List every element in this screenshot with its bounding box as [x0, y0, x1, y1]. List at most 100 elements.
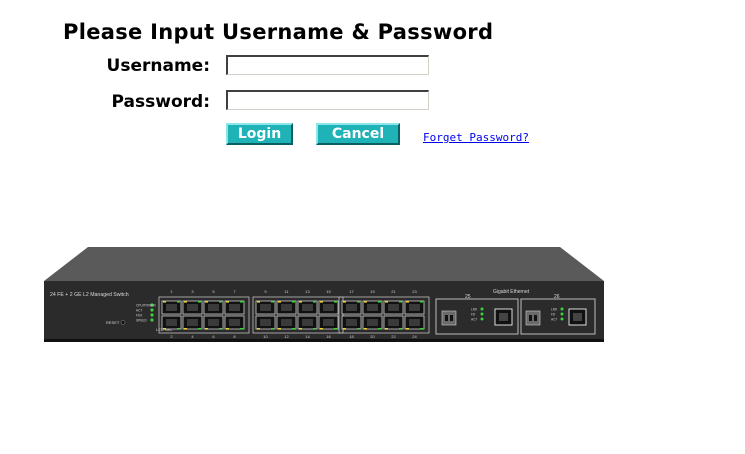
port-number-bottom: 14 [305, 334, 310, 339]
port-led [184, 328, 187, 330]
gigabit-led-label: FD [471, 312, 476, 316]
username-label: Username: [106, 56, 210, 76]
port-led [177, 301, 180, 303]
port-led [420, 301, 423, 303]
rj45-port-jack [323, 304, 334, 311]
rj45-port-jack [367, 319, 378, 326]
status-led-label: ACT [136, 309, 142, 313]
rj45-port-jack [409, 319, 420, 326]
port-number-bottom: 16 [326, 334, 331, 339]
forget-password-link[interactable]: Forget Password? [423, 131, 529, 144]
gigabit-led [480, 312, 484, 316]
rj45-port-jack [281, 304, 292, 311]
status-led [150, 318, 154, 322]
port-led [313, 328, 316, 330]
port-led [399, 328, 402, 330]
port-led [378, 328, 381, 330]
port-led [205, 328, 208, 330]
gigabit-led [560, 317, 564, 321]
login-button[interactable]: Login [226, 123, 293, 145]
rj45-port-jack [302, 304, 313, 311]
port-number-bottom: 12 [284, 334, 289, 339]
port-led [313, 301, 316, 303]
rj45-port-jack [409, 304, 420, 311]
port-number-bottom: 20 [370, 334, 375, 339]
rj45-port-jack [229, 319, 240, 326]
rj45-port-jack [166, 319, 177, 326]
status-led [150, 313, 154, 317]
username-input[interactable] [226, 55, 429, 75]
switch-top-surface [44, 247, 604, 281]
port-led [406, 301, 409, 303]
port-led [320, 301, 323, 303]
gigabit-led-label: LNK [471, 307, 478, 311]
port-led [198, 301, 201, 303]
port-led [163, 301, 166, 303]
port-led [334, 328, 337, 330]
port-led [219, 328, 222, 330]
gigabit-led [560, 312, 564, 316]
gigabit-led [480, 307, 484, 311]
port-led [378, 301, 381, 303]
port-number-top: 21 [391, 289, 396, 294]
port-led [299, 328, 302, 330]
port-number-bottom: 24 [412, 334, 417, 339]
port-led [420, 328, 423, 330]
model-label: 24 FE + 2 GE L2 Managed Switch [50, 292, 129, 298]
port-number-bottom: 18 [349, 334, 354, 339]
port-led [406, 328, 409, 330]
port-led [226, 328, 229, 330]
gigabit-led-label: FD [551, 312, 556, 316]
rj45-port-jack [208, 319, 219, 326]
rj45-port-jack [281, 319, 292, 326]
port-led [198, 328, 201, 330]
port-number-bottom: 22 [391, 334, 396, 339]
port-led [240, 301, 243, 303]
password-input[interactable] [226, 90, 429, 110]
rj45-port-jack [260, 304, 271, 311]
rj45-port-jack [323, 319, 334, 326]
port-led [292, 301, 295, 303]
rj45-port-jack [260, 319, 271, 326]
rj45-port-jack [208, 304, 219, 311]
cancel-button[interactable]: Cancel [316, 123, 400, 145]
port-led [205, 301, 208, 303]
rj45-port-jack [187, 304, 198, 311]
status-led-label: CPU/POWER [136, 304, 156, 308]
password-label: Password: [111, 92, 210, 112]
port-led [226, 301, 229, 303]
gig-port-26-label: 26 [554, 294, 560, 300]
status-led [150, 308, 154, 312]
port-led [364, 328, 367, 330]
port-led [385, 301, 388, 303]
port-number-top: 13 [305, 289, 310, 294]
reset-button [120, 320, 126, 325]
port-led [257, 301, 260, 303]
rj45-port-jack [388, 319, 399, 326]
port-number-top: 23 [412, 289, 417, 294]
rj45-port-jack [229, 304, 240, 311]
status-led-label: SPEED [136, 319, 148, 323]
gigabit-led-label: LNK [551, 307, 558, 311]
rj45-port-jack [346, 319, 357, 326]
port-led [364, 301, 367, 303]
page-title: Please Input Username & Password [63, 20, 494, 44]
port-led [271, 301, 274, 303]
port-number-bottom: 10 [263, 334, 268, 339]
rj45-port-jack [388, 304, 399, 311]
port-number-top: 15 [326, 289, 331, 294]
port-led [163, 328, 166, 330]
port-led [357, 328, 360, 330]
switch-front-panel-image: 24 FE + 2 GE L2 Managed Switch CPU/POWER… [44, 247, 604, 342]
port-number-top: 17 [349, 289, 354, 294]
rj45-port-jack [367, 304, 378, 311]
gig-port-25-label: 25 [465, 294, 471, 300]
port-led [299, 301, 302, 303]
port-led [184, 301, 187, 303]
status-led-label: FDX [136, 314, 143, 318]
reset-label: RESET [106, 320, 120, 325]
port-led [343, 328, 346, 330]
gigabit-led [480, 317, 484, 321]
port-led [271, 328, 274, 330]
port-led [334, 301, 337, 303]
